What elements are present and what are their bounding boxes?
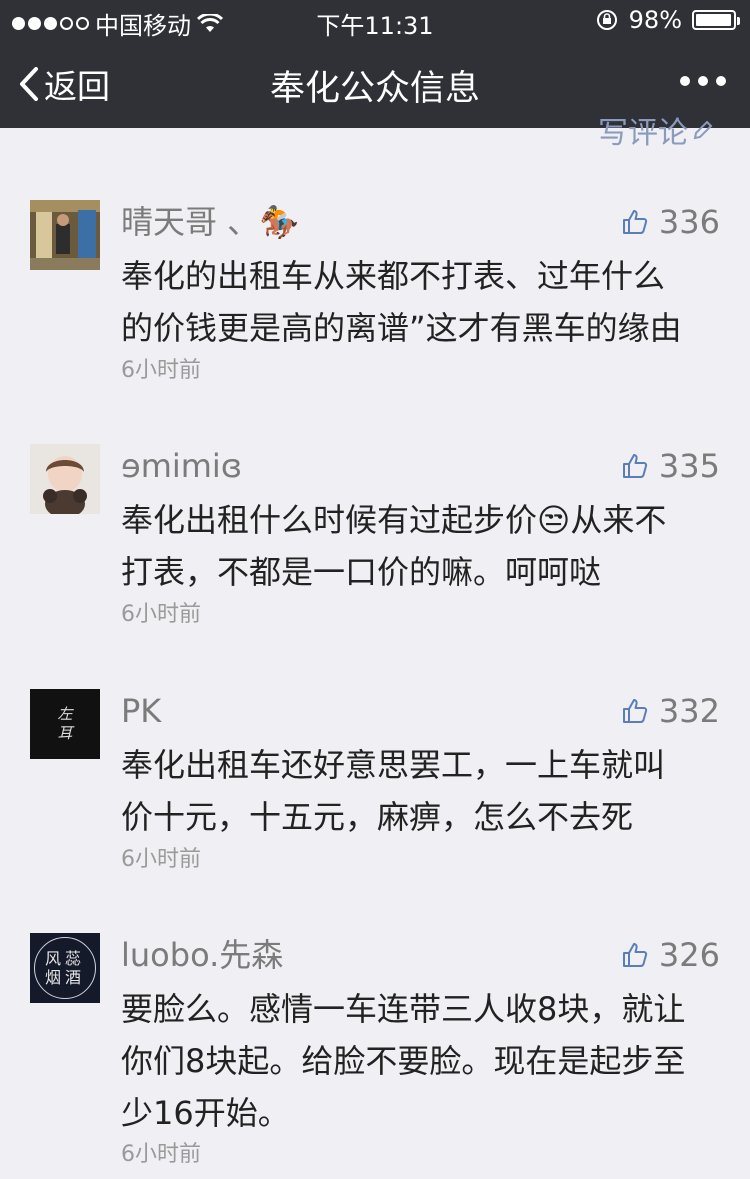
comment-item: 风蕊烟酒 luobo.先森 326 要脸么。感情一车连带三人收8块，就让 你们8… — [0, 933, 750, 1179]
more-options-button[interactable] — [680, 76, 726, 86]
comment-text: 奉化出租什么时候有过起步价😒从来不 打表，不都是一口价的嘛。呵呵哒 — [121, 501, 667, 591]
comment-text: 奉化出租车还好意思罢工，一上车就叫 价十元，十五元，麻痹，怎么不去死 — [121, 746, 666, 836]
like-button[interactable]: 326 — [621, 933, 720, 977]
rotation-lock-icon — [596, 10, 617, 30]
like-count: 326 — [658, 936, 720, 974]
comment-text: 奉化的出租车从来都不打表、过年什么 的价钱更是高的离谱”这才有黑车的缘由 — [121, 257, 682, 347]
battery-icon — [692, 10, 740, 30]
comment-item: 晴天哥 、🏇 336 奉化的出租车从来都不打表、过年什么 的价钱更是高的离谱”这… — [0, 200, 750, 400]
like-count: 336 — [658, 203, 720, 241]
page-title: 奉化公众信息 — [269, 69, 480, 109]
avatar[interactable] — [30, 200, 100, 270]
avatar[interactable] — [30, 444, 100, 514]
comment-item: ɘmimiɞ 335 奉化出租什么时候有过起步价😒从来不 打表，不都是一口价的嘛… — [0, 444, 750, 644]
commenter-name[interactable]: ɘmimiɞ — [121, 444, 242, 488]
like-count: 332 — [658, 692, 720, 730]
commenter-name[interactable]: PK — [121, 689, 161, 733]
avatar[interactable]: 左耳 — [30, 689, 100, 759]
commenter-name[interactable]: 晴天哥 、🏇 — [121, 200, 299, 244]
like-button[interactable]: 332 — [621, 689, 720, 733]
commenter-name[interactable]: luobo.先森 — [121, 933, 283, 977]
more-icon — [680, 76, 690, 86]
comment-time: 6小时前 — [121, 1142, 201, 1167]
comment-time: 6小时前 — [121, 358, 201, 383]
comment-item: 左耳 PK 332 奉化出租车还好意思罢工，一上车就叫 价十元，十五元，麻痹，怎… — [0, 689, 750, 889]
thumbs-up-icon — [622, 210, 648, 234]
comment-text: 要脸么。感情一车连带三人收8块，就让 你们8块起。给脸不要脸。现在是起步至 少1… — [121, 990, 686, 1132]
status-bar: 中国移动 下午11:31 98% — [0, 0, 750, 40]
comment-time: 6小时前 — [121, 847, 201, 872]
comment-time: 6小时前 — [121, 602, 201, 627]
avatar-text: 风蕊烟酒 — [44, 949, 85, 987]
avatar[interactable]: 风蕊烟酒 — [30, 933, 100, 1003]
like-button[interactable]: 335 — [621, 444, 720, 488]
thumbs-up-icon — [622, 454, 648, 478]
thumbs-up-icon — [622, 699, 648, 723]
thumbs-up-icon — [622, 943, 648, 967]
battery-percent: 98% — [628, 6, 682, 34]
like-count: 335 — [658, 447, 720, 485]
like-button[interactable]: 336 — [621, 200, 720, 244]
avatar-text: 左耳 — [57, 705, 73, 742]
comment-list: 晴天哥 、🏇 336 奉化的出租车从来都不打表、过年什么 的价钱更是高的离谱”这… — [0, 128, 750, 1179]
